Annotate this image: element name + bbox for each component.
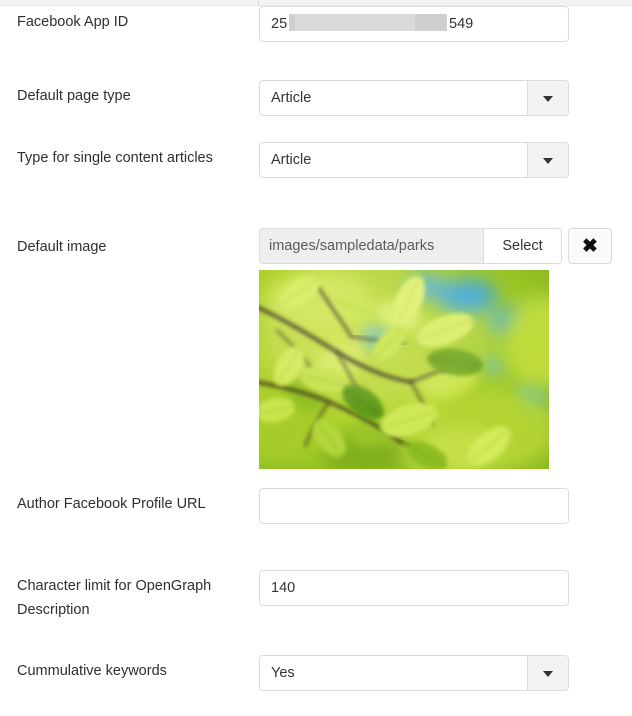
- field-row-author-facebook-profile-url: Author Facebook Profile URL: [0, 472, 632, 557]
- control-type-single-content-articles: Article: [259, 142, 569, 178]
- cummulative-keywords-value: Yes: [271, 665, 295, 681]
- label-type-single-content-articles: Type for single content articles: [17, 150, 213, 166]
- character-limit-input[interactable]: [259, 570, 569, 606]
- facebook-app-id-suffix: 549: [449, 16, 474, 32]
- type-single-content-articles-select[interactable]: Article: [259, 142, 569, 178]
- label-character-limit: Character limit for OpenGraph Descriptio…: [17, 578, 212, 618]
- facebook-app-id-input[interactable]: [259, 6, 569, 42]
- field-row-character-limit: Character limit for OpenGraph Descriptio…: [0, 557, 632, 643]
- chevron-down-icon[interactable]: [527, 143, 568, 177]
- opengraph-settings-form: Facebook App ID 549 Default page type Ar…: [0, 6, 632, 705]
- control-character-limit: [259, 570, 569, 606]
- control-cummulative-keywords: Yes: [259, 655, 569, 691]
- facebook-app-id-input-wrap: 549: [259, 6, 569, 42]
- field-row-default-page-type: Default page type Article: [0, 68, 632, 130]
- label-facebook-app-id: Facebook App ID: [17, 14, 129, 30]
- default-page-type-value: Article: [271, 90, 312, 106]
- default-image-select-button[interactable]: Select: [484, 228, 562, 264]
- control-facebook-app-id: 549: [259, 6, 569, 42]
- field-row-cummulative-keywords: Cummulative keywords Yes: [0, 643, 632, 705]
- author-facebook-profile-url-input[interactable]: [259, 488, 569, 524]
- type-single-content-articles-value: Article: [271, 152, 312, 168]
- chevron-down-icon[interactable]: [527, 81, 568, 115]
- default-image-media-field: Select ✖: [259, 228, 612, 264]
- settings-form-page: Facebook App ID 549 Default page type Ar…: [0, 0, 632, 716]
- default-image-preview: [259, 270, 549, 469]
- close-x-icon: ✖: [582, 235, 598, 257]
- default-image-path-input[interactable]: [259, 228, 484, 264]
- label-cummulative-keywords: Cummulative keywords: [17, 663, 167, 679]
- cummulative-keywords-select[interactable]: Yes: [259, 655, 569, 691]
- label-default-page-type: Default page type: [17, 88, 131, 104]
- default-page-type-select[interactable]: Article: [259, 80, 569, 116]
- control-default-image: Select ✖: [259, 228, 612, 264]
- label-default-image: Default image: [17, 239, 107, 255]
- label-author-facebook-profile-url: Author Facebook Profile URL: [17, 496, 206, 512]
- field-row-facebook-app-id: Facebook App ID 549: [0, 6, 632, 68]
- field-row-type-single-content-articles: Type for single content articles Article: [0, 130, 632, 217]
- field-row-default-image: Default image Select ✖: [0, 217, 632, 472]
- chevron-down-icon[interactable]: [527, 656, 568, 690]
- default-image-clear-button[interactable]: ✖: [568, 228, 612, 264]
- control-author-facebook-profile-url: [259, 488, 569, 524]
- control-default-page-type: Article: [259, 80, 569, 116]
